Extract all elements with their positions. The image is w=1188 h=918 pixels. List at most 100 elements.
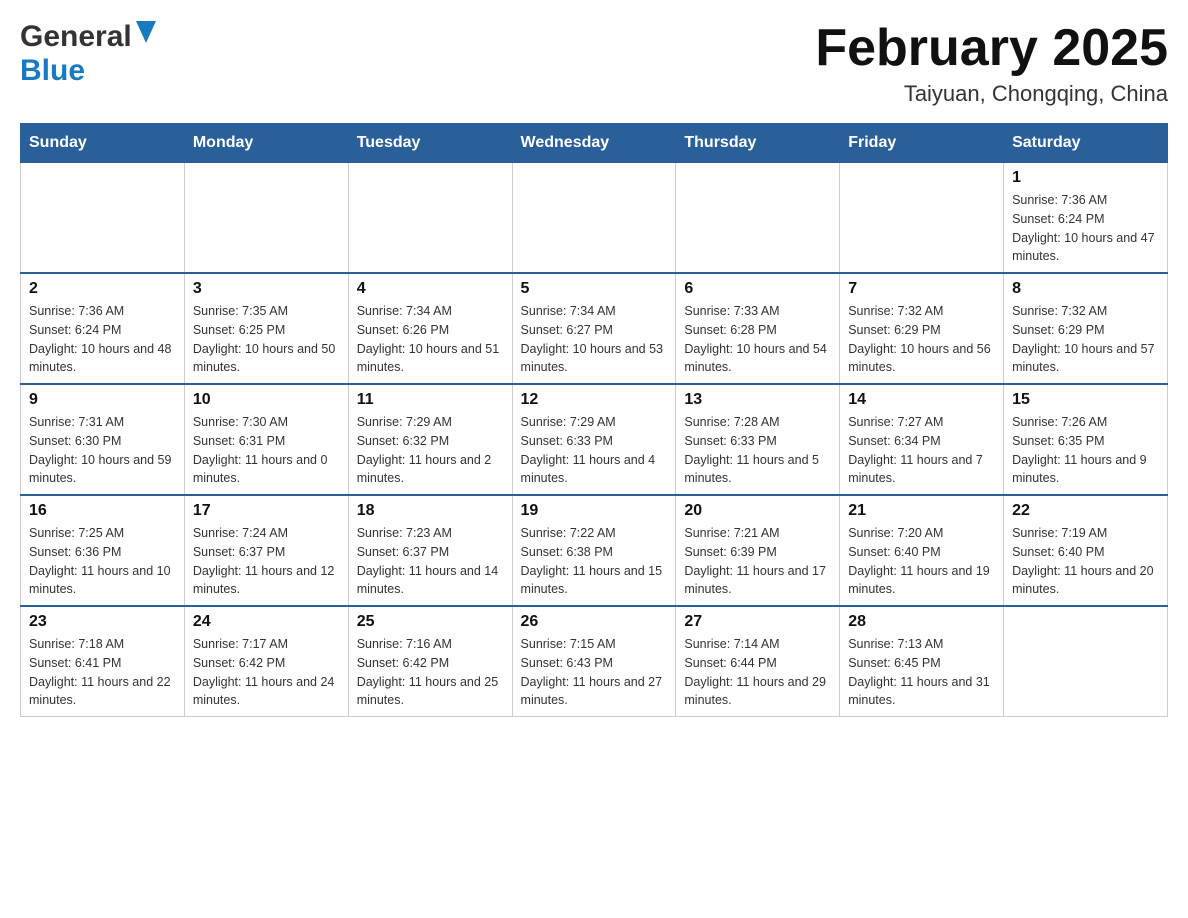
day-number: 13: [684, 391, 831, 409]
calendar-cell: 15 Sunrise: 7:26 AMSunset: 6:35 PMDayligh…: [1004, 384, 1168, 495]
day-number: 6: [684, 280, 831, 298]
day-info: Sunrise: 7:20 AMSunset: 6:40 PMDaylight:…: [848, 524, 995, 599]
logo-arrow-icon: [136, 21, 156, 48]
weekday-header-thursday: Thursday: [676, 124, 840, 163]
calendar-cell: 7 Sunrise: 7:32 AMSunset: 6:29 PMDaylight…: [840, 273, 1004, 384]
calendar-cell: 1 Sunrise: 7:36 AMSunset: 6:24 PMDaylight…: [1004, 163, 1168, 274]
calendar-cell: 18 Sunrise: 7:23 AMSunset: 6:37 PMDayligh…: [348, 495, 512, 606]
month-title: February 2025: [815, 20, 1168, 77]
calendar-cell: 23 Sunrise: 7:18 AMSunset: 6:41 PMDayligh…: [21, 606, 185, 717]
day-number: 25: [357, 613, 504, 631]
day-number: 17: [193, 502, 340, 520]
day-info: Sunrise: 7:13 AMSunset: 6:45 PMDaylight:…: [848, 635, 995, 710]
day-info: Sunrise: 7:14 AMSunset: 6:44 PMDaylight:…: [684, 635, 831, 710]
day-number: 20: [684, 502, 831, 520]
day-info: Sunrise: 7:19 AMSunset: 6:40 PMDaylight:…: [1012, 524, 1159, 599]
day-info: Sunrise: 7:32 AMSunset: 6:29 PMDaylight:…: [1012, 302, 1159, 377]
day-number: 26: [521, 613, 668, 631]
calendar-cell: 8 Sunrise: 7:32 AMSunset: 6:29 PMDaylight…: [1004, 273, 1168, 384]
day-info: Sunrise: 7:25 AMSunset: 6:36 PMDaylight:…: [29, 524, 176, 599]
weekday-header-friday: Friday: [840, 124, 1004, 163]
calendar-cell: 21 Sunrise: 7:20 AMSunset: 6:40 PMDayligh…: [840, 495, 1004, 606]
calendar-cell: 10 Sunrise: 7:30 AMSunset: 6:31 PMDayligh…: [184, 384, 348, 495]
calendar-cell: 24 Sunrise: 7:17 AMSunset: 6:42 PMDayligh…: [184, 606, 348, 717]
calendar-cell: 19 Sunrise: 7:22 AMSunset: 6:38 PMDayligh…: [512, 495, 676, 606]
day-info: Sunrise: 7:27 AMSunset: 6:34 PMDaylight:…: [848, 413, 995, 488]
day-info: Sunrise: 7:34 AMSunset: 6:26 PMDaylight:…: [357, 302, 504, 377]
calendar-cell: 14 Sunrise: 7:27 AMSunset: 6:34 PMDayligh…: [840, 384, 1004, 495]
day-info: Sunrise: 7:24 AMSunset: 6:37 PMDaylight:…: [193, 524, 340, 599]
day-info: Sunrise: 7:35 AMSunset: 6:25 PMDaylight:…: [193, 302, 340, 377]
day-number: 3: [193, 280, 340, 298]
logo-blue-text: Blue: [20, 54, 85, 88]
logo-general-text: General: [20, 20, 132, 54]
week-row-2: 2 Sunrise: 7:36 AMSunset: 6:24 PMDaylight…: [21, 273, 1168, 384]
day-number: 4: [357, 280, 504, 298]
day-number: 12: [521, 391, 668, 409]
calendar-cell: 26 Sunrise: 7:15 AMSunset: 6:43 PMDayligh…: [512, 606, 676, 717]
day-info: Sunrise: 7:32 AMSunset: 6:29 PMDaylight:…: [848, 302, 995, 377]
day-info: Sunrise: 7:29 AMSunset: 6:32 PMDaylight:…: [357, 413, 504, 488]
calendar-cell: [184, 163, 348, 274]
day-number: 16: [29, 502, 176, 520]
day-number: 10: [193, 391, 340, 409]
calendar-cell: 28 Sunrise: 7:13 AMSunset: 6:45 PMDayligh…: [840, 606, 1004, 717]
calendar-cell: 27Sunrise: 7:14 AMSunset: 6:44 PMDayligh…: [676, 606, 840, 717]
day-info: Sunrise: 7:23 AMSunset: 6:37 PMDaylight:…: [357, 524, 504, 599]
day-number: 28: [848, 613, 995, 631]
day-number: 7: [848, 280, 995, 298]
day-number: 22: [1012, 502, 1159, 520]
day-number: 8: [1012, 280, 1159, 298]
day-info: Sunrise: 7:34 AMSunset: 6:27 PMDaylight:…: [521, 302, 668, 377]
day-number: 9: [29, 391, 176, 409]
calendar-cell: 13Sunrise: 7:28 AMSunset: 6:33 PMDayligh…: [676, 384, 840, 495]
calendar-cell: [348, 163, 512, 274]
weekday-header-sunday: Sunday: [21, 124, 185, 163]
day-info: Sunrise: 7:18 AMSunset: 6:41 PMDaylight:…: [29, 635, 176, 710]
day-number: 2: [29, 280, 176, 298]
calendar-cell: 25Sunrise: 7:16 AMSunset: 6:42 PMDayligh…: [348, 606, 512, 717]
week-row-3: 9 Sunrise: 7:31 AMSunset: 6:30 PMDaylight…: [21, 384, 1168, 495]
day-info: Sunrise: 7:33 AMSunset: 6:28 PMDaylight:…: [684, 302, 831, 377]
calendar-cell: [1004, 606, 1168, 717]
day-info: Sunrise: 7:22 AMSunset: 6:38 PMDaylight:…: [521, 524, 668, 599]
title-area: February 2025 Taiyuan, Chongqing, China: [815, 20, 1168, 107]
day-number: 18: [357, 502, 504, 520]
day-number: 15: [1012, 391, 1159, 409]
calendar-cell: 3 Sunrise: 7:35 AMSunset: 6:25 PMDaylight…: [184, 273, 348, 384]
calendar-cell: 9 Sunrise: 7:31 AMSunset: 6:30 PMDaylight…: [21, 384, 185, 495]
day-number: 1: [1012, 169, 1159, 187]
day-info: Sunrise: 7:17 AMSunset: 6:42 PMDaylight:…: [193, 635, 340, 710]
weekday-header-monday: Monday: [184, 124, 348, 163]
day-info: Sunrise: 7:15 AMSunset: 6:43 PMDaylight:…: [521, 635, 668, 710]
calendar-cell: 16 Sunrise: 7:25 AMSunset: 6:36 PMDayligh…: [21, 495, 185, 606]
day-number: 19: [521, 502, 668, 520]
day-number: 5: [521, 280, 668, 298]
day-number: 23: [29, 613, 176, 631]
calendar-cell: 17 Sunrise: 7:24 AMSunset: 6:37 PMDayligh…: [184, 495, 348, 606]
calendar-table: SundayMondayTuesdayWednesdayThursdayFrid…: [20, 123, 1168, 717]
logo: General Blue: [20, 20, 156, 88]
day-info: Sunrise: 7:29 AMSunset: 6:33 PMDaylight:…: [521, 413, 668, 488]
calendar-cell: [840, 163, 1004, 274]
weekday-header-wednesday: Wednesday: [512, 124, 676, 163]
calendar-cell: 20 Sunrise: 7:21 AMSunset: 6:39 PMDayligh…: [676, 495, 840, 606]
day-info: Sunrise: 7:30 AMSunset: 6:31 PMDaylight:…: [193, 413, 340, 488]
weekday-header-tuesday: Tuesday: [348, 124, 512, 163]
day-info: Sunrise: 7:21 AMSunset: 6:39 PMDaylight:…: [684, 524, 831, 599]
day-info: Sunrise: 7:26 AMSunset: 6:35 PMDaylight:…: [1012, 413, 1159, 488]
calendar-cell: 5 Sunrise: 7:34 AMSunset: 6:27 PMDaylight…: [512, 273, 676, 384]
day-info: Sunrise: 7:36 AMSunset: 6:24 PMDaylight:…: [1012, 191, 1159, 266]
calendar-cell: 22 Sunrise: 7:19 AMSunset: 6:40 PMDayligh…: [1004, 495, 1168, 606]
day-number: 14: [848, 391, 995, 409]
day-info: Sunrise: 7:31 AMSunset: 6:30 PMDaylight:…: [29, 413, 176, 488]
day-info: Sunrise: 7:36 AMSunset: 6:24 PMDaylight:…: [29, 302, 176, 377]
calendar-cell: 12 Sunrise: 7:29 AMSunset: 6:33 PMDayligh…: [512, 384, 676, 495]
day-number: 24: [193, 613, 340, 631]
page-header: General Blue February 2025 Taiyuan, Chon…: [20, 20, 1168, 107]
calendar-cell: 6 Sunrise: 7:33 AMSunset: 6:28 PMDaylight…: [676, 273, 840, 384]
weekday-header-saturday: Saturday: [1004, 124, 1168, 163]
day-number: 11: [357, 391, 504, 409]
day-number: 21: [848, 502, 995, 520]
week-row-1: 1 Sunrise: 7:36 AMSunset: 6:24 PMDaylight…: [21, 163, 1168, 274]
